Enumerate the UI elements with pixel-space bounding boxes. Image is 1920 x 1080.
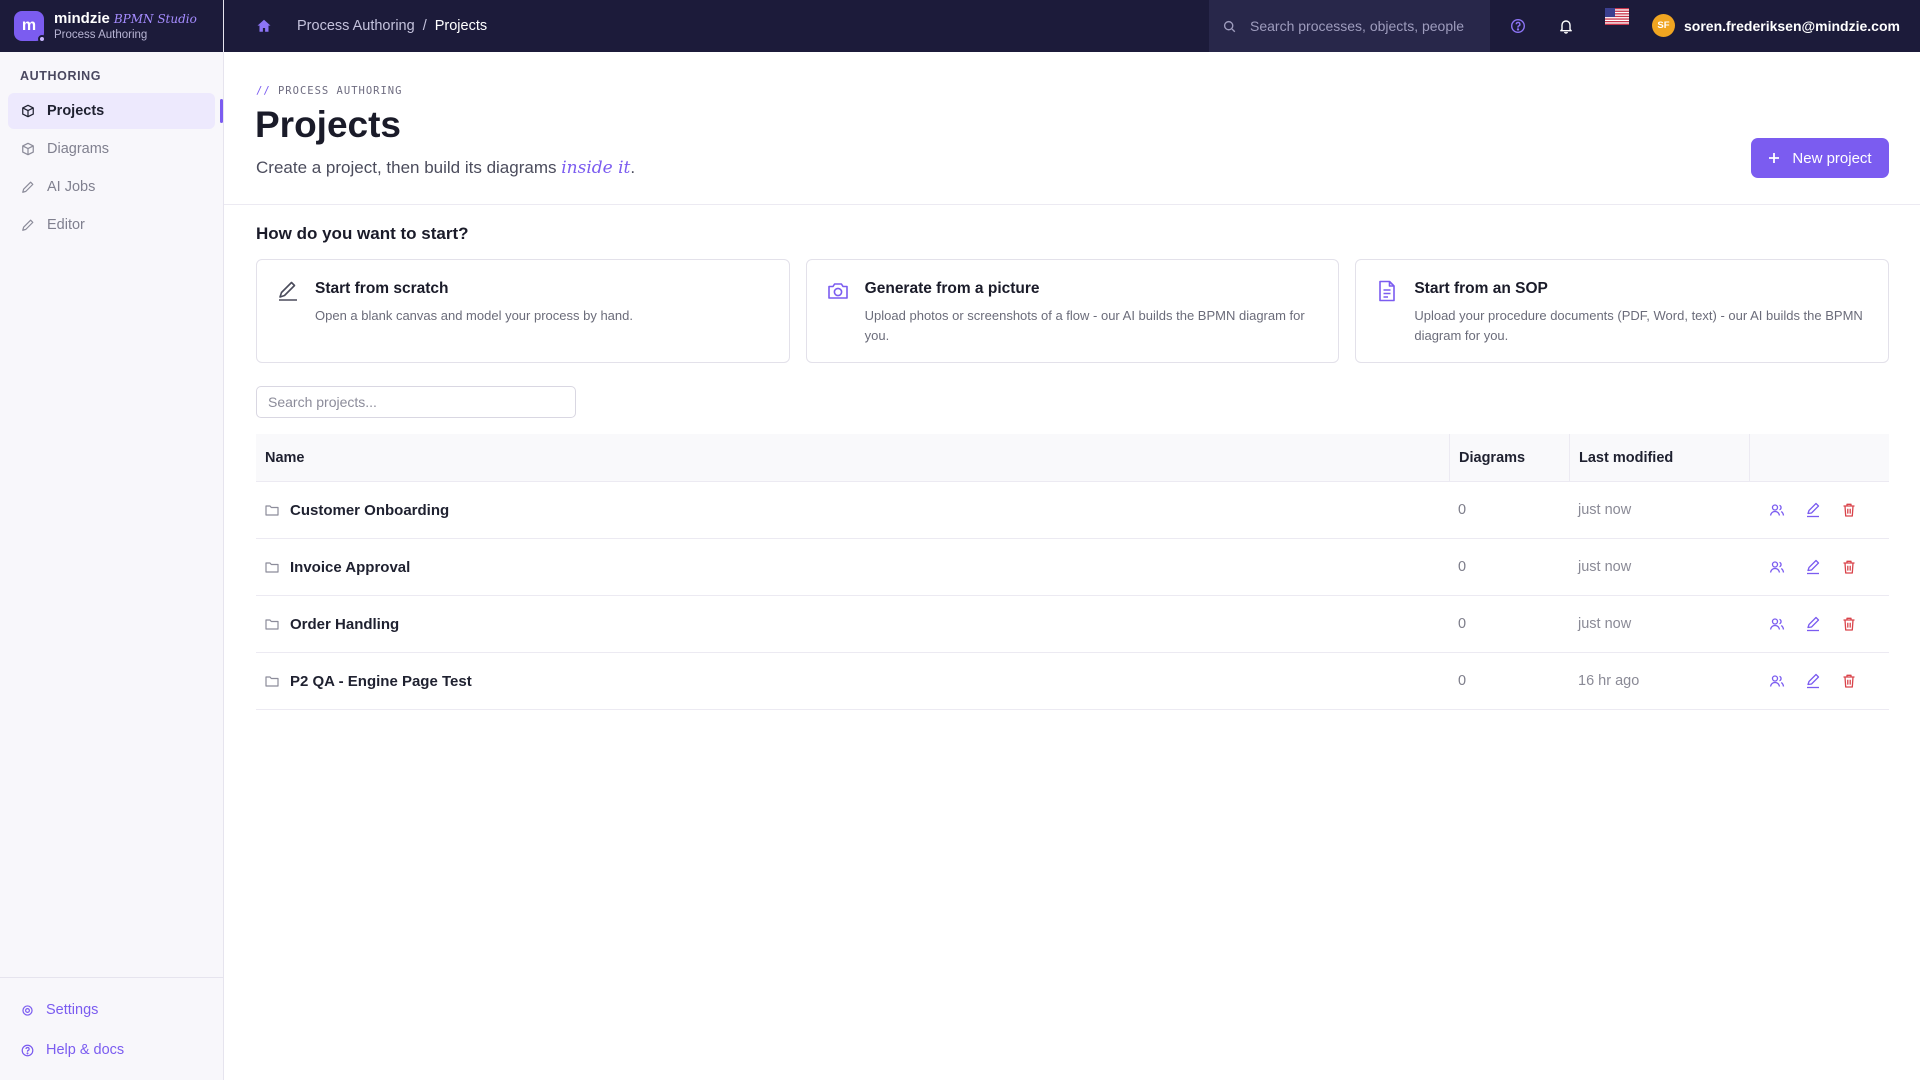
last-modified: 16 hr ago	[1578, 673, 1640, 689]
table-row[interactable]: Customer Onboarding 0 just now	[256, 482, 1889, 539]
global-search	[1209, 0, 1490, 52]
cube-icon	[22, 142, 34, 156]
sidebar-item-label: Diagrams	[47, 141, 110, 157]
breadcrumb-item-process-authoring[interactable]: Process Authoring	[297, 18, 415, 34]
project-name[interactable]: P2 QA - Engine Page Test	[290, 673, 472, 690]
sidebar-item-help[interactable]: Help & docs	[0, 1030, 223, 1070]
folder-icon	[265, 505, 279, 516]
breadcrumb-item-projects: Projects	[434, 18, 488, 34]
main-content: // PROCESS AUTHORING Projects Create a p…	[224, 52, 1920, 1080]
diagram-count: 0	[1458, 673, 1467, 689]
diagram-count: 0	[1458, 502, 1467, 518]
diagram-count: 0	[1458, 616, 1467, 632]
project-search-input[interactable]	[256, 386, 576, 418]
sidebar-item-projects[interactable]: Projects	[8, 93, 223, 129]
project-name[interactable]: Customer Onboarding	[290, 502, 449, 519]
project-name[interactable]: Order Handling	[290, 616, 399, 633]
brand-product: BPMN Studio	[113, 11, 197, 26]
folder-icon	[265, 676, 279, 687]
edit-icon[interactable]	[1805, 502, 1821, 518]
page-header: // PROCESS AUTHORING Projects Create a p…	[224, 52, 1920, 205]
brand-name: mindzie	[54, 9, 110, 27]
diagram-count: 0	[1458, 559, 1467, 575]
trash-icon[interactable]	[1841, 616, 1857, 632]
folder-icon	[265, 562, 279, 573]
help-circle-icon[interactable]	[1510, 18, 1526, 34]
avatar: SF	[1652, 14, 1675, 37]
global-search-input[interactable]	[1250, 18, 1470, 34]
pencil-icon	[22, 181, 34, 193]
column-header-diagrams[interactable]: Diagrams	[1449, 433, 1569, 482]
camera-icon	[827, 283, 848, 299]
column-header-actions	[1749, 433, 1889, 482]
last-modified: just now	[1578, 502, 1632, 518]
last-modified: just now	[1578, 559, 1632, 575]
brand[interactable]: m mindzie BPMN Studio Process Authoring	[0, 0, 223, 52]
start-heading: How do you want to start?	[256, 224, 469, 243]
sidebar-item-settings[interactable]: Settings	[0, 990, 223, 1030]
trash-icon[interactable]	[1841, 502, 1857, 518]
table-header: Name Diagrams Last modified	[256, 433, 1889, 482]
start-from-scratch-card[interactable]: Start from scratch Open a blank canvas a…	[256, 259, 790, 363]
edit-icon[interactable]	[1805, 559, 1821, 575]
sidebar-item-label: Editor	[47, 217, 85, 233]
user-menu[interactable]: SF soren.frederiksen@mindzie.com	[1652, 14, 1900, 37]
share-users-icon[interactable]	[1769, 559, 1785, 575]
trash-icon[interactable]	[1841, 559, 1857, 575]
document-icon	[1379, 280, 1396, 302]
table-row[interactable]: P2 QA - Engine Page Test 0 16 hr ago	[256, 653, 1889, 710]
status-dot	[38, 35, 46, 43]
search-icon	[1223, 20, 1236, 32]
plus-icon	[1769, 153, 1780, 163]
share-users-icon[interactable]	[1769, 502, 1785, 518]
share-users-icon[interactable]	[1769, 673, 1785, 689]
sidebar-item-editor[interactable]: Editor	[8, 207, 215, 243]
breadcrumb-separator: /	[422, 18, 427, 34]
sidebar-item-diagrams[interactable]: Diagrams	[8, 131, 215, 167]
share-users-icon[interactable]	[1769, 616, 1785, 632]
pencil-icon	[279, 281, 297, 301]
new-project-button[interactable]: New project	[1751, 138, 1889, 178]
projects-table: Name Diagrams Last modified Customer Onb…	[256, 433, 1889, 710]
brand-logo: m	[14, 11, 46, 43]
table-row[interactable]: Order Handling 0 just now	[256, 596, 1889, 653]
sidebar-item-label: AI Jobs	[47, 179, 96, 195]
us-flag-icon[interactable]	[1605, 8, 1629, 25]
page-eyebrow: // PROCESS AUTHORING	[256, 85, 403, 97]
help-circle-icon	[21, 1044, 34, 1056]
gear-icon	[22, 1004, 33, 1016]
sidebar-footer: Settings Help & docs	[0, 977, 223, 1080]
page-subtitle: Create a project, then build its diagram…	[256, 158, 636, 178]
home-icon[interactable]	[256, 18, 272, 34]
column-header-last-modified[interactable]: Last modified	[1569, 433, 1749, 482]
generate-from-picture-card[interactable]: Generate from a picture Upload photos or…	[805, 259, 1340, 363]
project-name[interactable]: Invoice Approval	[290, 559, 410, 576]
table-row[interactable]: Invoice Approval 0 just now	[256, 539, 1889, 596]
bell-icon[interactable]	[1558, 18, 1574, 34]
cube-icon	[22, 104, 34, 118]
brand-subtitle: Process Authoring	[54, 29, 148, 42]
edit-icon[interactable]	[1805, 616, 1821, 632]
pencil-icon	[22, 219, 34, 231]
folder-icon	[265, 619, 279, 630]
edit-icon[interactable]	[1805, 673, 1821, 689]
page-title: Projects	[255, 104, 402, 145]
user-email: soren.frederiksen@mindzie.com	[1684, 17, 1900, 34]
sidebar-item-ai-jobs[interactable]: AI Jobs	[8, 169, 215, 205]
breadcrumb: Process Authoring / Projects	[297, 18, 487, 34]
topbar: Process Authoring / Projects SF soren.fr…	[224, 0, 1920, 52]
column-header-name[interactable]: Name	[256, 450, 1449, 466]
sidebar-item-label: Projects	[47, 103, 105, 119]
sidebar: m mindzie BPMN Studio Process Authoring A…	[0, 0, 224, 1080]
start-options: Start from scratch Open a blank canvas a…	[256, 259, 1890, 363]
start-from-sop-card[interactable]: Start from an SOP Upload your procedure …	[1355, 259, 1890, 363]
nav-heading: AUTHORING	[20, 69, 102, 83]
trash-icon[interactable]	[1841, 673, 1857, 689]
last-modified: just now	[1578, 616, 1632, 632]
